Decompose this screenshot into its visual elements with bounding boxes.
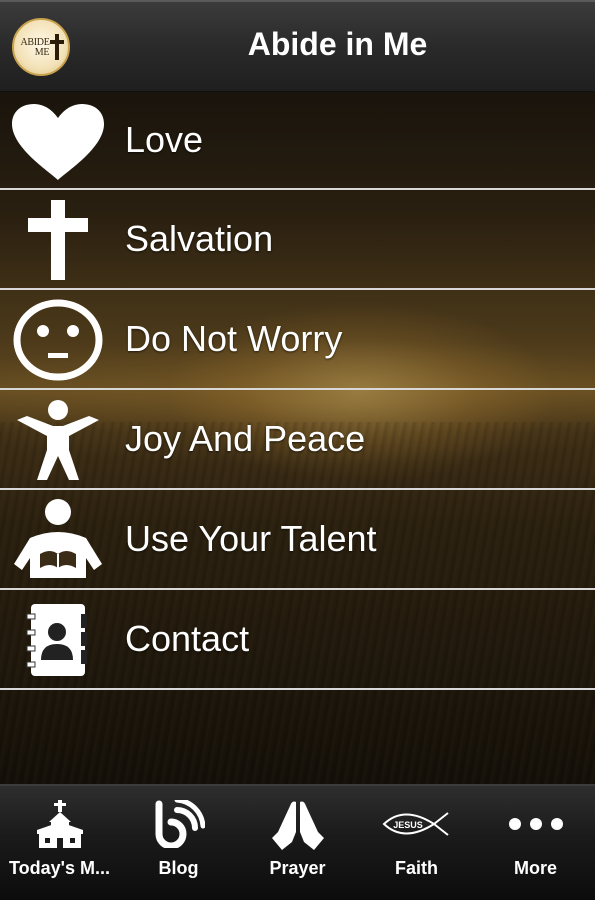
blog-icon [119, 800, 238, 848]
heart-icon [8, 98, 108, 186]
tab-label: Blog [158, 858, 199, 878]
tab-more[interactable]: More [476, 786, 595, 900]
tab-label: Prayer [269, 858, 326, 878]
menu-item-salvation[interactable]: Salvation [0, 190, 595, 290]
page-title: Abide in Me [247, 26, 428, 62]
menu-item-love[interactable]: Love [0, 92, 595, 190]
menu-item-label: Love [125, 119, 204, 160]
more-dots-icon [476, 800, 595, 848]
main-menu: Love Salvation Do Not Worry Joy And Peac… [0, 92, 595, 690]
tab-todays-message[interactable]: Today's M... [0, 786, 119, 900]
tab-prayer[interactable]: Prayer [238, 786, 357, 900]
tab-label: Today's M... [9, 858, 110, 878]
face-icon [8, 296, 108, 384]
menu-item-do-not-worry[interactable]: Do Not Worry [0, 290, 595, 390]
jesus-fish-icon: JESUS [357, 800, 476, 848]
cross-icon [8, 196, 108, 284]
person-raised-arms-icon [8, 396, 108, 484]
menu-item-contact[interactable]: Contact [0, 590, 595, 690]
praying-hands-icon [238, 800, 357, 850]
person-reading-icon [8, 496, 108, 584]
app-header: ABIDE ME Abide in Me [0, 0, 595, 92]
fish-text: JESUS [393, 820, 423, 830]
address-book-icon [8, 596, 108, 684]
bottom-tab-bar: Today's M... Blog Prayer JESUS Faith Mor… [0, 784, 595, 900]
tab-label: Faith [395, 858, 438, 878]
menu-item-label: Use Your Talent [125, 518, 377, 559]
menu-item-label: Do Not Worry [125, 318, 343, 359]
menu-item-use-your-talent[interactable]: Use Your Talent [0, 490, 595, 590]
menu-item-joy-and-peace[interactable]: Joy And Peace [0, 390, 595, 490]
tab-blog[interactable]: Blog [119, 786, 238, 900]
tab-label: More [513, 858, 557, 878]
church-icon [0, 800, 119, 848]
tab-faith[interactable]: JESUS Faith [357, 786, 476, 900]
app-screen: ABIDE ME Abide in Me Love Salvation Do N… [0, 0, 595, 900]
menu-item-label: Contact [125, 618, 250, 659]
menu-item-label: Salvation [125, 218, 274, 259]
menu-item-label: Joy And Peace [125, 418, 366, 459]
